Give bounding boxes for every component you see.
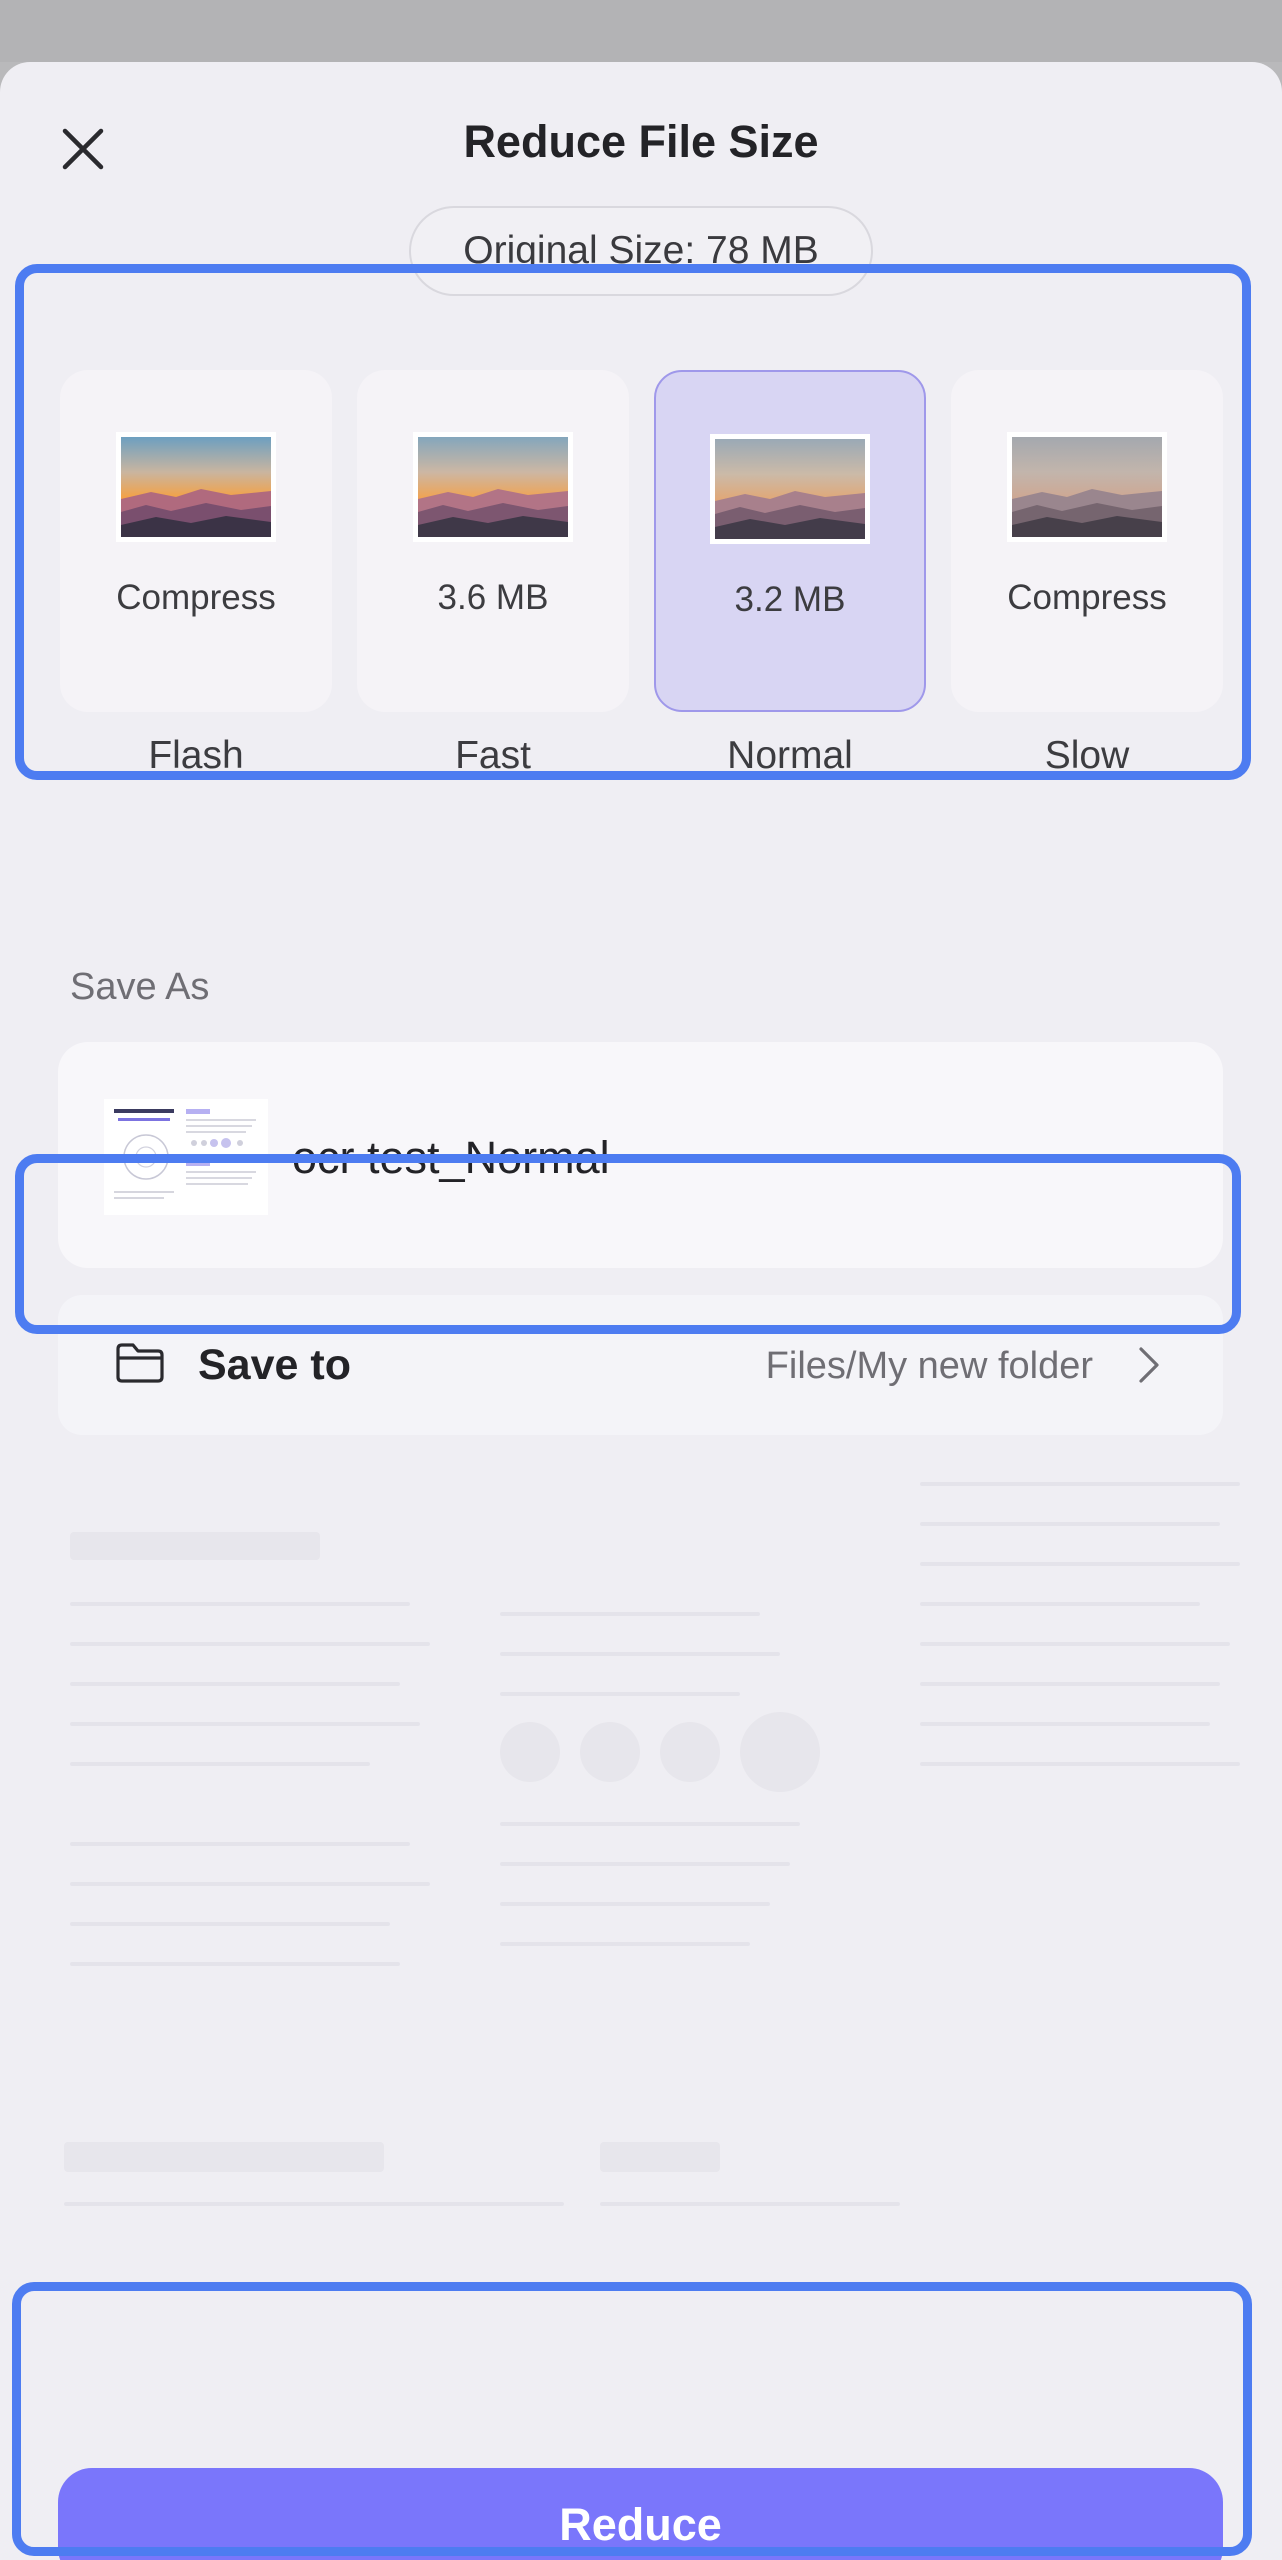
reduce-highlight-outline (12, 2282, 1252, 2556)
background-app (0, 0, 1282, 62)
save-to-path: Files/My new folder (765, 1345, 1093, 1387)
chevron-right-icon (1137, 1345, 1161, 1390)
options-highlight-outline (15, 264, 1251, 780)
folder-icon (114, 1341, 166, 1390)
save-to-highlight-outline (15, 1154, 1241, 1334)
save-to-label: Save to (198, 1341, 351, 1389)
save-as-heading: Save As (70, 966, 210, 1008)
dialog-title: Reduce File Size (463, 116, 819, 167)
